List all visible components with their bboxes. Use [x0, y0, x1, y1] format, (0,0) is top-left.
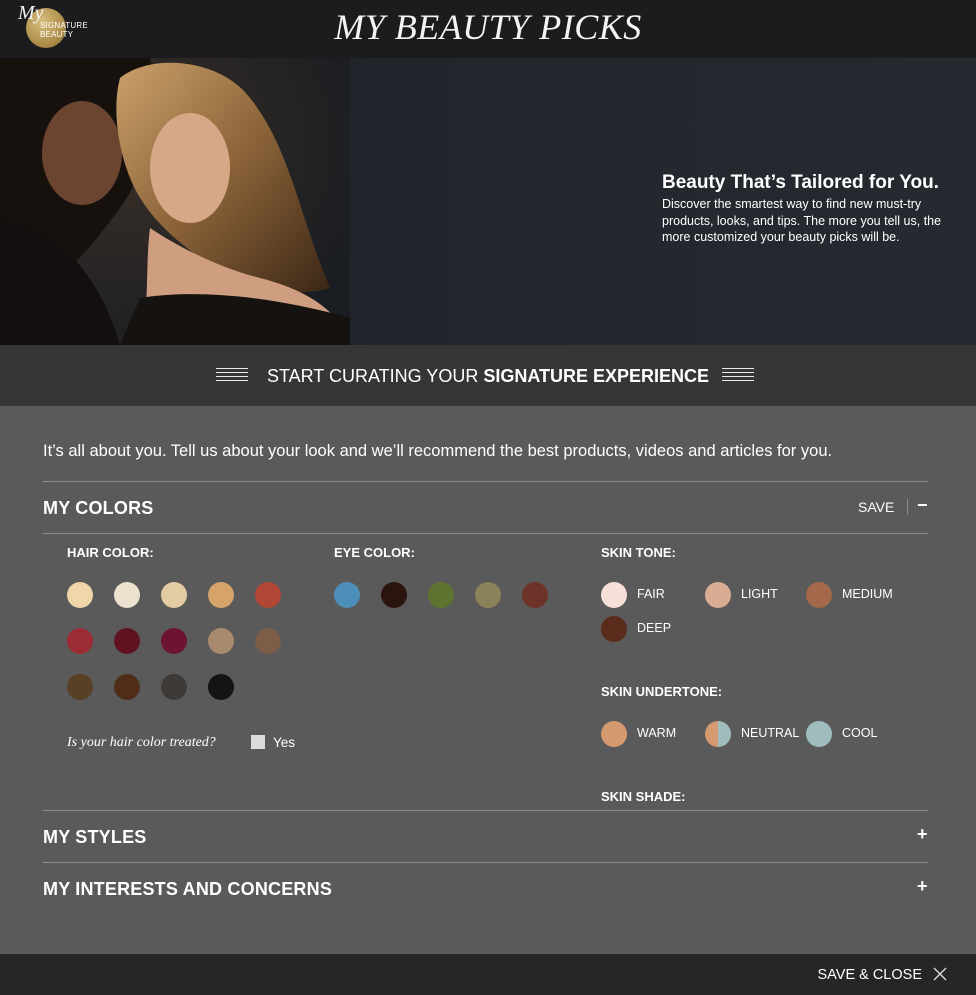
- banner-text-regular: START CURATING YOUR: [266, 366, 484, 386]
- hair-treated-question: Is your hair color treated?: [67, 735, 216, 750]
- hair-color-swatch[interactable]: [114, 628, 140, 654]
- collapse-my-colors-icon[interactable]: −: [917, 495, 928, 516]
- close-icon[interactable]: [932, 966, 948, 982]
- hair-color-swatch[interactable]: [208, 628, 234, 654]
- save-button[interactable]: SAVE: [858, 499, 894, 515]
- intro-text: It’s all about you. Tell us about your l…: [43, 442, 833, 460]
- hair-color-swatch[interactable]: [208, 582, 234, 608]
- eye-color-label: EYE COLOR:: [334, 545, 415, 560]
- hair-treated-yes-label[interactable]: Yes: [273, 735, 295, 750]
- skin-tone-swatch[interactable]: [705, 582, 731, 608]
- hair-color-swatch[interactable]: [67, 628, 93, 654]
- hair-color-swatch[interactable]: [67, 582, 93, 608]
- hair-color-swatch[interactable]: [114, 674, 140, 700]
- skin-tone-label-medium[interactable]: MEDIUM: [842, 587, 893, 601]
- eye-color-swatch[interactable]: [334, 582, 360, 608]
- section-divider: [43, 533, 928, 534]
- hero-heading: Beauty That’s Tailored for You.: [662, 172, 939, 193]
- hair-color-swatch[interactable]: [114, 582, 140, 608]
- hero-description: Discover the smartest way to find new mu…: [662, 197, 942, 244]
- curating-banner: START CURATING YOUR SIGNATURE EXPERIENCE: [0, 345, 976, 406]
- skin-undertone-swatch[interactable]: [705, 721, 731, 747]
- hair-treated-checkbox[interactable]: [251, 735, 265, 749]
- hair-color-swatch[interactable]: [161, 582, 187, 608]
- skin-undertone-label-warm[interactable]: WARM: [637, 726, 676, 740]
- banner-text-bold: SIGNATURE EXPERIENCE: [483, 366, 710, 386]
- eye-color-swatch[interactable]: [522, 582, 548, 608]
- hero-models-photo: [0, 58, 350, 345]
- section-divider: [43, 481, 928, 482]
- skin-undertone-label: SKIN UNDERTONE:: [601, 684, 723, 699]
- curating-banner-text: START CURATING YOUR SIGNATURE EXPERIENCE: [0, 366, 976, 387]
- skin-tone-label-fair[interactable]: FAIR: [637, 587, 665, 601]
- section-divider: [43, 862, 928, 863]
- skin-undertone-label-cool[interactable]: COOL: [842, 726, 877, 740]
- my-styles-title[interactable]: MY STYLES: [43, 827, 147, 848]
- skin-tone-label-light[interactable]: LIGHT: [741, 587, 778, 601]
- skin-undertone-swatch[interactable]: [806, 721, 832, 747]
- eye-color-swatch[interactable]: [475, 582, 501, 608]
- eye-color-swatch[interactable]: [428, 582, 454, 608]
- footer-bar: SAVE & CLOSE: [0, 954, 976, 995]
- hair-color-swatch[interactable]: [161, 674, 187, 700]
- section-divider: [43, 810, 928, 811]
- skin-tone-swatch[interactable]: [601, 582, 627, 608]
- expand-my-styles-icon[interactable]: +: [917, 824, 928, 845]
- hair-color-swatch[interactable]: [67, 674, 93, 700]
- hero-copy: Beauty That’s Tailored for You. Discover…: [662, 172, 962, 246]
- top-bar: My SIGNATURE BEAUTY MY BEAUTY PICKS: [0, 0, 976, 58]
- skin-undertone-swatch[interactable]: [601, 721, 627, 747]
- right-lines-ornament: [722, 368, 754, 383]
- skin-tone-label-deep[interactable]: DEEP: [637, 621, 671, 635]
- hair-color-swatch[interactable]: [161, 628, 187, 654]
- hair-color-swatch[interactable]: [208, 674, 234, 700]
- hair-color-swatch[interactable]: [255, 628, 281, 654]
- page-title: MY BEAUTY PICKS: [334, 7, 642, 47]
- skin-shade-label: SKIN SHADE:: [601, 789, 686, 804]
- skin-tone-swatch[interactable]: [806, 582, 832, 608]
- eye-color-swatch[interactable]: [381, 582, 407, 608]
- save-separator: [907, 499, 908, 515]
- save-and-close-button[interactable]: SAVE & CLOSE: [818, 967, 923, 983]
- my-interests-title[interactable]: MY INTERESTS AND CONCERNS: [43, 879, 332, 900]
- hero-banner: Beauty That’s Tailored for You. Discover…: [0, 58, 976, 345]
- skin-undertone-label-neutral[interactable]: NEUTRAL: [741, 726, 799, 740]
- hair-color-swatch[interactable]: [255, 582, 281, 608]
- hair-color-label: HAIR COLOR:: [67, 545, 154, 560]
- skin-tone-swatch[interactable]: [601, 616, 627, 642]
- my-colors-title[interactable]: MY COLORS: [43, 498, 153, 519]
- expand-my-interests-icon[interactable]: +: [917, 876, 928, 897]
- skin-tone-label: SKIN TONE:: [601, 545, 676, 560]
